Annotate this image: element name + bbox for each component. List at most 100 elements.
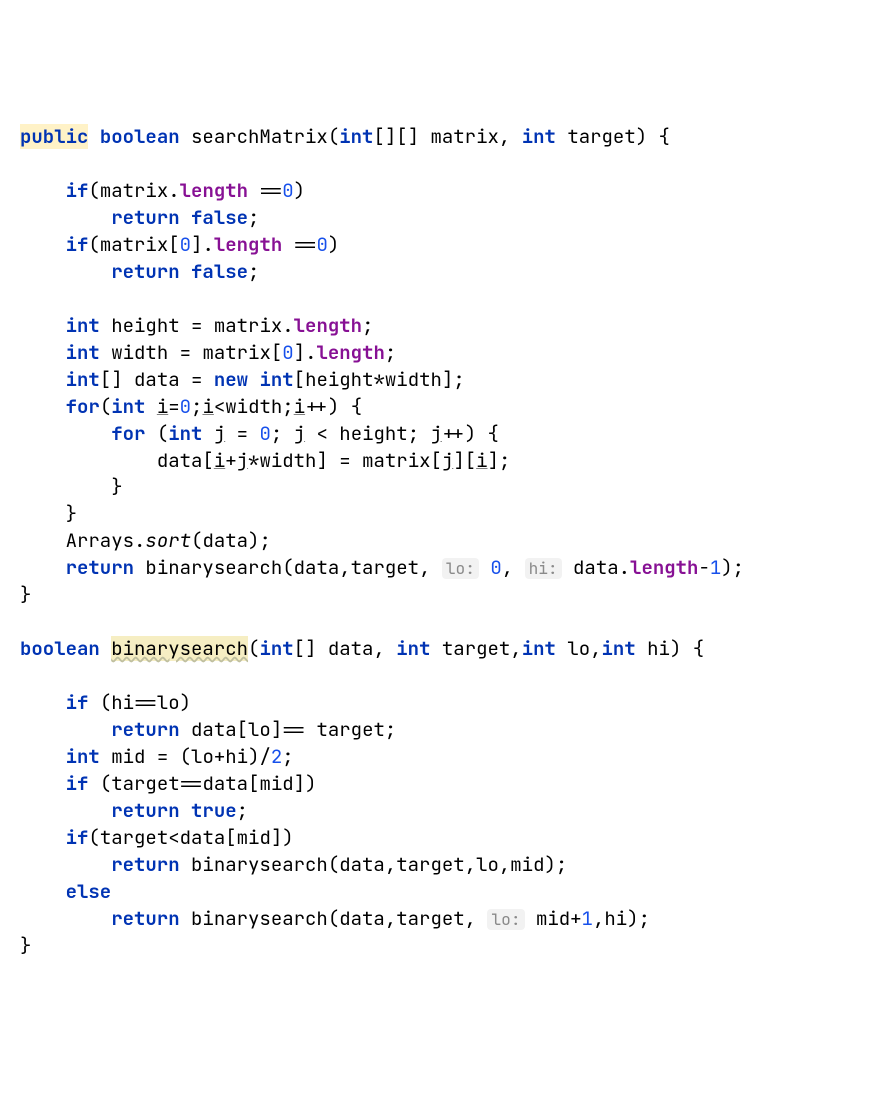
line: int[] data = new int[height*width];: [20, 367, 465, 392]
ident-lo: lo: [157, 690, 180, 715]
punct: (: [88, 232, 99, 257]
keyword-return: return: [111, 852, 179, 877]
keyword-return: return: [111, 906, 179, 931]
ident-data: data: [134, 367, 180, 392]
punct: ,: [385, 906, 396, 931]
ident-data: data: [339, 852, 385, 877]
number-zero: 0: [490, 555, 501, 580]
punct: }: [20, 582, 31, 607]
punct: (: [100, 394, 111, 419]
number-zero: 0: [282, 178, 293, 203]
punct: (: [88, 825, 99, 850]
punct: [: [225, 825, 236, 850]
punct: [: [373, 124, 384, 149]
punct: ): [721, 555, 732, 580]
ident-lo: lo: [567, 636, 590, 661]
keyword-return: return: [111, 717, 179, 742]
punct: ;: [556, 852, 567, 877]
punct: ;: [499, 448, 510, 473]
punct: ==: [282, 717, 305, 742]
punct: (: [100, 690, 111, 715]
field-length: length: [316, 340, 384, 365]
line: if(matrix[0].length ==0): [20, 232, 339, 257]
ident-width: width: [225, 394, 282, 419]
punct: ): [328, 394, 339, 419]
punct: ,: [510, 636, 521, 661]
punct: ]: [316, 448, 327, 473]
line: for(int i=0;i<width;i++) {: [20, 394, 362, 419]
punct: ;: [191, 394, 202, 419]
punct: <: [168, 825, 179, 850]
keyword-int: int: [168, 421, 202, 446]
line: return false;: [20, 205, 259, 230]
punct: ;: [733, 555, 744, 580]
line: return false;: [20, 259, 259, 284]
ident-data: data: [339, 906, 385, 931]
punct: {: [693, 636, 704, 661]
ident-matrix: matrix: [100, 232, 168, 257]
punct: ]: [271, 825, 282, 850]
line: else: [20, 879, 111, 904]
keyword-int: int: [66, 340, 100, 365]
punct: ): [670, 636, 681, 661]
line: int height = matrix.length;: [20, 313, 373, 338]
punct: [: [168, 232, 179, 257]
ident-j: j: [237, 448, 248, 473]
ident-width: width: [111, 340, 168, 365]
punct: .: [168, 178, 179, 203]
ident-lo: lo: [476, 852, 499, 877]
punct: ]: [271, 717, 282, 742]
punct: ]: [488, 448, 499, 473]
keyword-else: else: [66, 879, 112, 904]
code-block: public boolean searchMatrix(int[][] matr…: [20, 124, 860, 960]
ident-matrix: matrix: [430, 124, 498, 149]
ident-i: i: [202, 394, 213, 419]
ident-binarysearch: binarysearch: [145, 555, 282, 580]
punct: =: [157, 744, 168, 769]
number-zero: 0: [180, 394, 191, 419]
punct: -: [698, 555, 709, 580]
punct: [: [248, 771, 259, 796]
punct: ,: [339, 555, 350, 580]
keyword-int: int: [522, 124, 556, 149]
punct: ): [544, 852, 555, 877]
keyword-int: int: [66, 313, 100, 338]
punct: (: [248, 636, 259, 661]
line: int mid = (lo+hi)/2;: [20, 744, 294, 769]
punct: <: [214, 394, 225, 419]
punct: ,: [465, 852, 476, 877]
punct: [: [431, 448, 442, 473]
punct: ]: [294, 771, 305, 796]
ident-lo: lo: [248, 717, 271, 742]
ident-matrix: matrix: [362, 448, 430, 473]
keyword-return: return: [111, 205, 179, 230]
ident-data: data: [202, 528, 248, 553]
punct: (: [328, 852, 339, 877]
param-hint-lo: lo:: [442, 558, 479, 579]
method-sort: sort: [145, 528, 191, 553]
line: return binarysearch(data,target, lo: 0, …: [20, 555, 744, 580]
punct: ,: [419, 555, 430, 580]
ident-searchMatrix: searchMatrix: [191, 124, 328, 149]
punct: .: [282, 313, 293, 338]
punct: +: [570, 906, 581, 931]
keyword-int: int: [522, 636, 556, 661]
ident-hi: hi: [604, 906, 627, 931]
field-length: length: [294, 313, 362, 338]
line: if (hi==lo): [20, 690, 191, 715]
field-length: length: [630, 555, 698, 580]
ident-target: target: [351, 555, 419, 580]
line: for (int j = 0; j < height; j++) {: [20, 421, 499, 446]
ident-mid: mid: [237, 825, 271, 850]
ident-mid: mid: [111, 744, 145, 769]
punct: {: [659, 124, 670, 149]
keyword-boolean: boolean: [20, 636, 100, 661]
ident-matrix: matrix: [214, 313, 282, 338]
punct: ;: [248, 205, 259, 230]
punct: ): [465, 421, 476, 446]
field-length: length: [214, 232, 282, 257]
ident-binarysearch-def: binarysearch: [111, 636, 248, 661]
ident-hi: hi: [225, 744, 248, 769]
number-zero: 0: [316, 232, 327, 257]
punct: ]: [453, 448, 464, 473]
